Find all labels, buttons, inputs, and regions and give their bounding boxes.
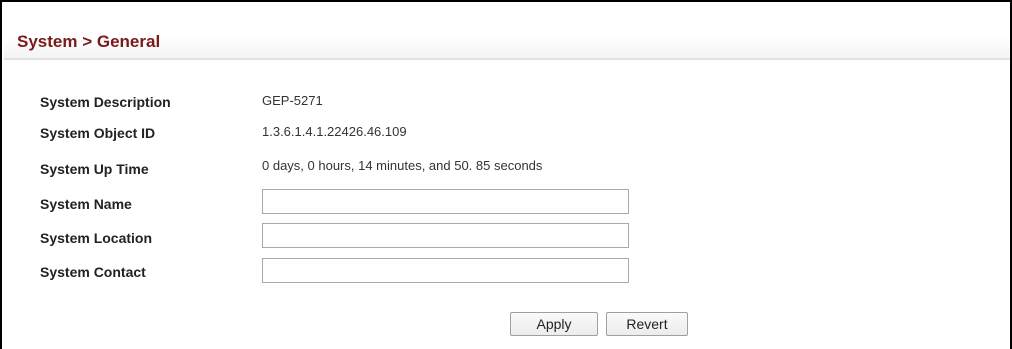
system-description-value: GEP-5271	[262, 93, 323, 108]
apply-button[interactable]: Apply	[510, 312, 598, 336]
system-location-input[interactable]	[262, 223, 629, 248]
system-name-label: System Name	[40, 196, 132, 212]
system-up-time-label: System Up Time	[40, 161, 149, 177]
system-description-label: System Description	[40, 94, 171, 110]
system-contact-input[interactable]	[262, 258, 629, 283]
page-header: System > General	[4, 4, 1010, 60]
page-frame: System > General System Description GEP-…	[0, 0, 1012, 349]
system-up-time-value: 0 days, 0 hours, 14 minutes, and 50. 85 …	[262, 158, 543, 173]
system-object-id-label: System Object ID	[40, 125, 156, 141]
revert-button[interactable]: Revert	[606, 312, 688, 336]
system-object-id-value: 1.3.6.1.4.1.22426.46.109	[262, 124, 407, 139]
page-title: System > General	[17, 32, 161, 51]
system-location-label: System Location	[40, 230, 153, 246]
system-name-input[interactable]	[262, 189, 629, 214]
system-contact-label: System Contact	[40, 264, 146, 280]
